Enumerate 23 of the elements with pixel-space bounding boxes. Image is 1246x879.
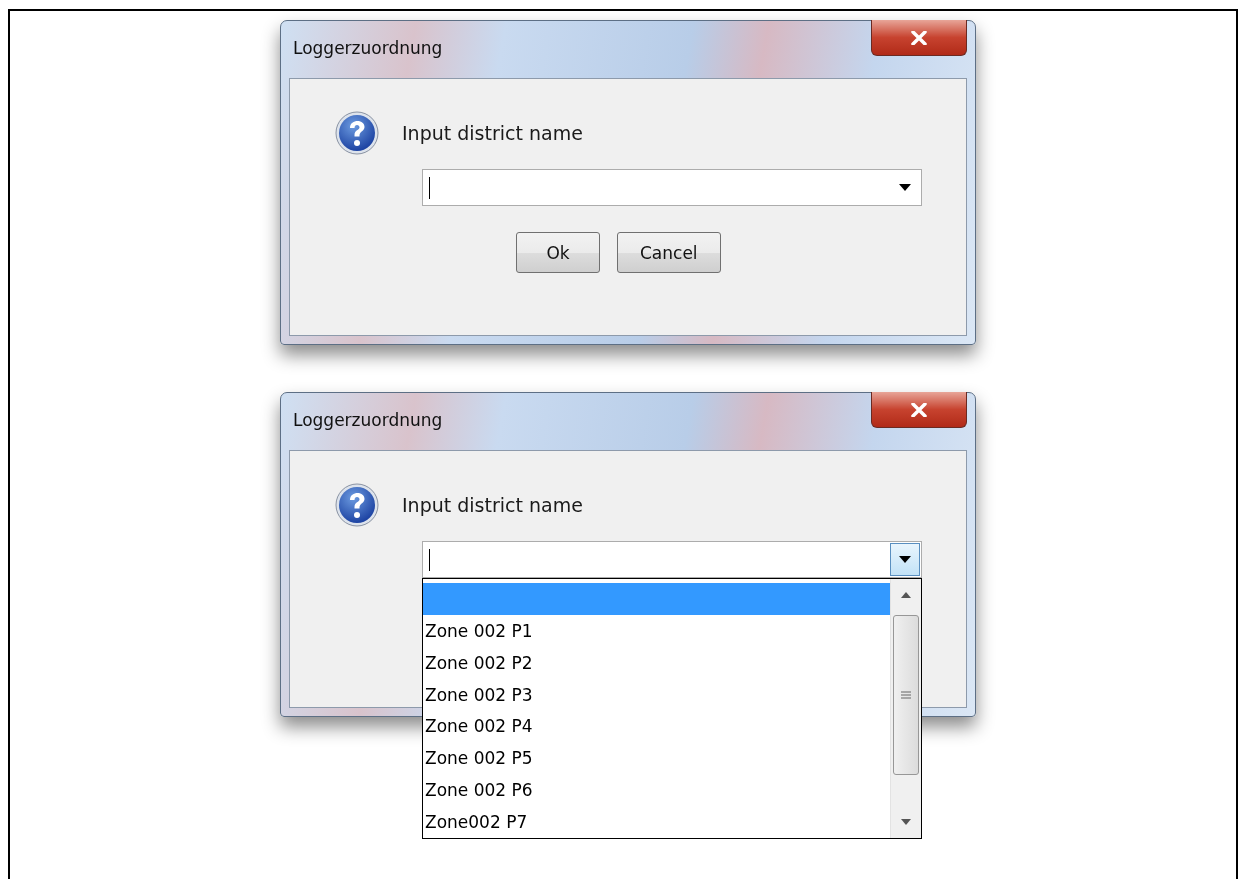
question-icon xyxy=(335,483,379,527)
down-arrow-icon xyxy=(901,819,911,825)
combo-field[interactable] xyxy=(422,169,922,206)
scrollbar[interactable] xyxy=(890,579,921,838)
window-title: Loggerzuordnung xyxy=(293,410,443,430)
dropdown-arrow-icon xyxy=(899,556,911,563)
question-icon xyxy=(335,111,379,155)
close-icon xyxy=(911,402,927,417)
dropdown-arrow-icon xyxy=(899,184,911,191)
close-icon xyxy=(911,30,927,45)
scroll-thumb[interactable] xyxy=(893,615,919,775)
prompt-text: Input district name xyxy=(402,122,583,144)
up-arrow-icon xyxy=(901,592,911,598)
close-button[interactable] xyxy=(871,20,967,56)
dialog-button[interactable]: Ok xyxy=(516,232,600,273)
text-cursor xyxy=(429,176,430,199)
dropdown-button[interactable] xyxy=(890,543,920,576)
window-title: Loggerzuordnung xyxy=(293,38,443,58)
text-cursor xyxy=(429,548,430,571)
close-button[interactable] xyxy=(871,392,967,428)
dialog-button[interactable]: Cancel xyxy=(617,232,721,273)
grip-icon xyxy=(901,691,911,699)
prompt-text: Input district name xyxy=(402,494,583,516)
